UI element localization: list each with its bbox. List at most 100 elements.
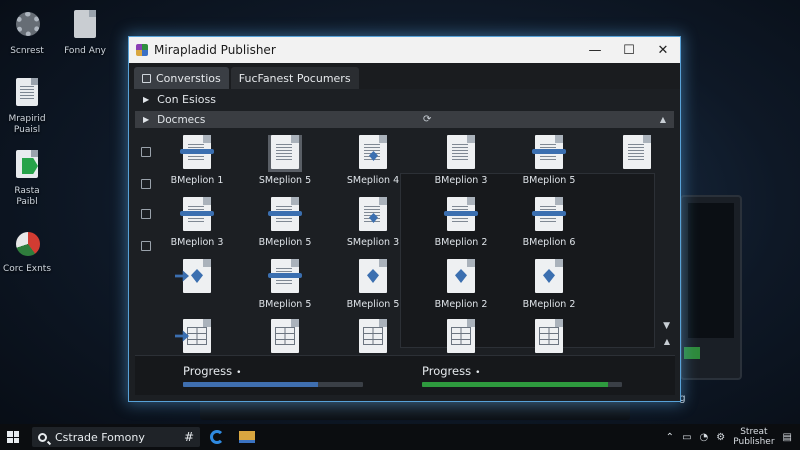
file-name: BMeplion 2 (434, 299, 488, 310)
group-row-label: Con Esioss (157, 92, 216, 106)
start-button[interactable] (0, 424, 26, 450)
file-item[interactable]: BMeplion 1 (157, 135, 237, 186)
app-icon (136, 44, 148, 56)
maximize-button[interactable]: ☐ (612, 37, 646, 63)
section-label: Docmecs (157, 113, 206, 126)
tab-label: Converstios (156, 71, 221, 85)
file-item[interactable]: BMeplion 6 (509, 197, 589, 248)
document-icon (447, 135, 475, 169)
file-item[interactable] (157, 319, 237, 355)
desktop-icon-scnrest[interactable]: Scnrest (0, 8, 58, 57)
tab-doc-icon (142, 73, 151, 83)
file-checkbox[interactable] (141, 147, 151, 157)
caret-right-icon: ▶ (143, 115, 150, 124)
tab-converstios[interactable]: Converstios (134, 67, 229, 89)
group-row[interactable]: ▶ Con Esioss (129, 89, 680, 109)
file-item[interactable]: SMeplion 5 (245, 135, 325, 186)
file-item[interactable] (333, 319, 413, 355)
file-name: SMeplion 5 (258, 175, 312, 186)
file-item[interactable]: BMeplion 5 (509, 135, 589, 186)
scroll-up-icon[interactable]: ▲ (660, 115, 666, 124)
document-band-icon (444, 197, 478, 231)
progress-label: Progress • (183, 364, 242, 378)
desktop-icon-corc-exnts[interactable]: Corc Exnts (0, 226, 58, 275)
desktop-icon-rasta[interactable]: Rasta Paibl (0, 148, 58, 208)
publisher-window: Mirapladid Publisher — ☐ ✕ Converstios F… (128, 36, 681, 402)
documents-section-header[interactable]: ▶ Docmecs ⟳ ▲ (135, 111, 674, 128)
caret-right-icon: ▶ (143, 94, 150, 104)
file-checkbox[interactable] (141, 209, 151, 219)
search-icon (38, 432, 47, 442)
file-checkbox[interactable] (141, 179, 151, 189)
progress-left: Progress • (183, 364, 363, 387)
file-name: BMeplion 1 (170, 175, 224, 186)
notification-icon[interactable]: ▤ (783, 432, 792, 443)
progress-bar (183, 382, 363, 387)
file-name: BMeplion 2 (434, 237, 488, 248)
scroll-down-icon[interactable]: ▼ (663, 321, 670, 331)
minimize-button[interactable]: — (578, 37, 612, 63)
file-item[interactable] (421, 319, 501, 355)
windows-logo-icon (7, 431, 19, 443)
progress-bar (422, 382, 622, 387)
file-item[interactable]: BMeplion 2 (509, 259, 589, 310)
file-item[interactable]: SMeplion 4 (333, 135, 413, 186)
file-name: SMeplion 4 (346, 175, 400, 186)
scroll-corner-icon[interactable]: ▲ (664, 337, 670, 346)
file-item[interactable] (157, 259, 237, 299)
folder-icon (239, 431, 255, 443)
progress-label: Progress • (422, 364, 481, 378)
tab-fucfanest-pocumers[interactable]: FucFanest Pocumers (230, 67, 359, 89)
table-document-icon (175, 319, 211, 353)
pen-document-icon (535, 259, 563, 293)
document-band-icon (268, 197, 302, 231)
pen-document-icon (175, 259, 211, 293)
progress-area: Progress • Progress • (135, 355, 675, 395)
desktop-icon-label: Mrapirid Puaisl (8, 114, 46, 135)
file-item[interactable]: BMeplion 3 (157, 197, 237, 248)
file-item[interactable] (509, 319, 589, 355)
tray-overflow-icon[interactable]: ⌃ (666, 432, 674, 443)
system-tray: ⌃ ▭ ◔ ⚙ Streat Publisher ▤ (666, 427, 800, 447)
volume-icon[interactable]: ◔ (700, 432, 709, 443)
file-item[interactable]: BMeplion 3 (421, 135, 501, 186)
file-item[interactable]: SMeplion 3 (333, 197, 413, 248)
desktop-icon-label: Rasta Paibl (14, 186, 40, 207)
file-explorer-button[interactable] (234, 424, 260, 450)
file-item[interactable] (597, 135, 665, 175)
document-icon (268, 135, 302, 172)
file-name: BMeplion 6 (522, 237, 576, 248)
file-item[interactable]: BMeplion 5 (245, 259, 325, 310)
desktop-icon-mrapirid[interactable]: Mrapirid Puaisl (0, 76, 58, 136)
progress-right: Progress • (422, 364, 622, 387)
refresh-icon[interactable]: ⟳ (423, 114, 431, 125)
network-icon[interactable]: ▭ (682, 432, 691, 443)
title-bar[interactable]: Mirapladid Publisher — ☐ ✕ (129, 37, 680, 63)
file-item[interactable]: BMeplion 2 (421, 197, 501, 248)
table-document-icon (271, 319, 299, 353)
file-item[interactable]: BMeplion 5 (245, 197, 325, 248)
desktop-icon-fond-any[interactable]: Fond Any (54, 8, 116, 57)
file-name: BMeplion 5 (346, 299, 400, 310)
document-band-icon (180, 135, 214, 169)
file-item[interactable]: BMeplion 2 (421, 259, 501, 310)
table-document-icon (535, 319, 563, 353)
file-name: BMeplion 5 (258, 237, 312, 248)
settings-icon[interactable]: ⚙ (716, 432, 725, 443)
gear-icon (12, 8, 42, 42)
desktop-icon-label: Fond Any (64, 46, 106, 56)
file-checkbox[interactable] (141, 241, 151, 251)
taskbar-clock[interactable]: Streat Publisher (733, 427, 774, 447)
file-name: BMeplion 5 (258, 299, 312, 310)
hash-icon[interactable]: # (184, 430, 194, 444)
file-item[interactable]: BMeplion 5 (333, 259, 413, 310)
file-item[interactable] (245, 319, 325, 355)
pen-document-icon (447, 259, 475, 293)
edge-browser-button[interactable] (204, 424, 230, 450)
document-band-icon (532, 197, 566, 231)
close-button[interactable]: ✕ (646, 37, 680, 63)
file-name: BMeplion 3 (434, 175, 488, 186)
desktop-icon-label: Corc Exnts (2, 264, 52, 274)
taskbar-search[interactable]: Cstrade Fomony # (32, 427, 200, 447)
edge-icon (210, 430, 224, 444)
